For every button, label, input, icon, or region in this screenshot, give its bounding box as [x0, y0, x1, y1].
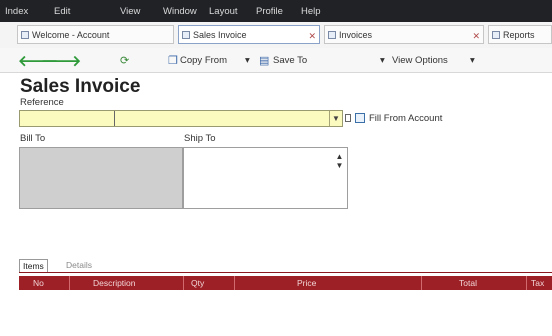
tab-label: Invoices — [339, 30, 373, 40]
menu-item-help[interactable]: Help — [301, 6, 321, 17]
tab-bar: Welcome - Account Sales Invoice ✕ Invoic… — [0, 22, 552, 49]
column-separator — [526, 276, 527, 290]
grid-top-border — [19, 272, 552, 273]
save-to-button[interactable]: Save To — [273, 55, 307, 66]
grid-body[interactable] — [19, 290, 552, 336]
fill-checkbox[interactable] — [355, 113, 365, 123]
copy-from-button[interactable]: Copy From — [180, 55, 227, 66]
refresh-icon[interactable]: ⟳ — [120, 54, 129, 67]
scroll-arrows-icon[interactable]: ▲ ▼ — [335, 152, 344, 170]
document-icon — [345, 114, 351, 122]
tab-details[interactable]: Details — [63, 259, 95, 272]
column-header-tax[interactable]: Tax — [531, 276, 544, 290]
column-header-qty[interactable]: Qty — [191, 276, 204, 290]
ship-to-label: Ship To — [184, 133, 216, 144]
column-separator — [69, 276, 70, 290]
dropdown-icon[interactable]: ▾ — [245, 55, 250, 66]
tab-label: Welcome - Account — [32, 30, 110, 40]
menu-item-window[interactable]: Window — [163, 6, 197, 17]
column-header-no[interactable]: No — [33, 276, 44, 290]
page-icon — [492, 31, 500, 39]
chevron-down-icon[interactable]: ▼ — [329, 111, 342, 126]
page-icon — [182, 31, 190, 39]
menu-item-file[interactable]: Index — [5, 6, 28, 17]
menu-item-edit[interactable]: Edit — [54, 6, 70, 17]
reference-input[interactable]: ▼ — [19, 110, 343, 127]
column-separator — [421, 276, 422, 290]
field-divider — [114, 111, 115, 126]
page-title: Sales Invoice — [20, 76, 141, 97]
menu-item-view[interactable]: View — [120, 6, 140, 17]
toolbar: 🡐 🡒 ⟳ ❐ Copy From ▾ ▤ Save To ▾ View Opt… — [0, 48, 552, 73]
bill-to-label: Bill To — [20, 133, 46, 144]
tab-label: Reports — [503, 30, 535, 40]
reference-label: Reference — [20, 97, 64, 108]
column-separator — [183, 276, 184, 290]
copy-icon[interactable]: ❐ — [168, 54, 178, 67]
save-icon[interactable]: ▤ — [259, 54, 269, 67]
column-header-total[interactable]: Total — [459, 276, 477, 290]
column-header-price[interactable]: Price — [297, 276, 316, 290]
close-icon[interactable]: ✕ — [308, 27, 316, 43]
forward-arrow-icon[interactable]: 🡒 — [41, 51, 81, 70]
page-icon — [328, 31, 336, 39]
column-separator — [234, 276, 235, 290]
ship-to-field[interactable]: ▲ ▼ — [183, 147, 348, 209]
menu-bar: Index Edit View Window Layout Profile He… — [0, 0, 552, 22]
page-icon — [21, 31, 29, 39]
tab-welcome[interactable]: Welcome - Account — [17, 25, 174, 44]
view-options-button[interactable]: View Options — [392, 55, 448, 66]
close-icon[interactable]: ✕ — [472, 27, 480, 43]
menu-item-layout[interactable]: Layout — [209, 6, 238, 17]
tab-sales-invoice[interactable]: Sales Invoice ✕ — [178, 25, 320, 44]
bill-to-field[interactable] — [19, 147, 183, 209]
menu-item-profile[interactable]: Profile — [256, 6, 283, 17]
tab-invoices[interactable]: Invoices ✕ — [324, 25, 484, 44]
dropdown-icon[interactable]: ▾ — [470, 55, 475, 66]
grid-header: No Description Qty Price Total Tax — [19, 276, 552, 290]
tab-label: Sales Invoice — [193, 30, 247, 40]
column-header-description[interactable]: Description — [93, 276, 136, 290]
tab-reports[interactable]: Reports — [488, 25, 552, 44]
dropdown-icon[interactable]: ▾ — [380, 55, 385, 66]
fill-from-account-label[interactable]: Fill From Account — [369, 113, 442, 124]
tab-items[interactable]: Items — [19, 259, 48, 272]
